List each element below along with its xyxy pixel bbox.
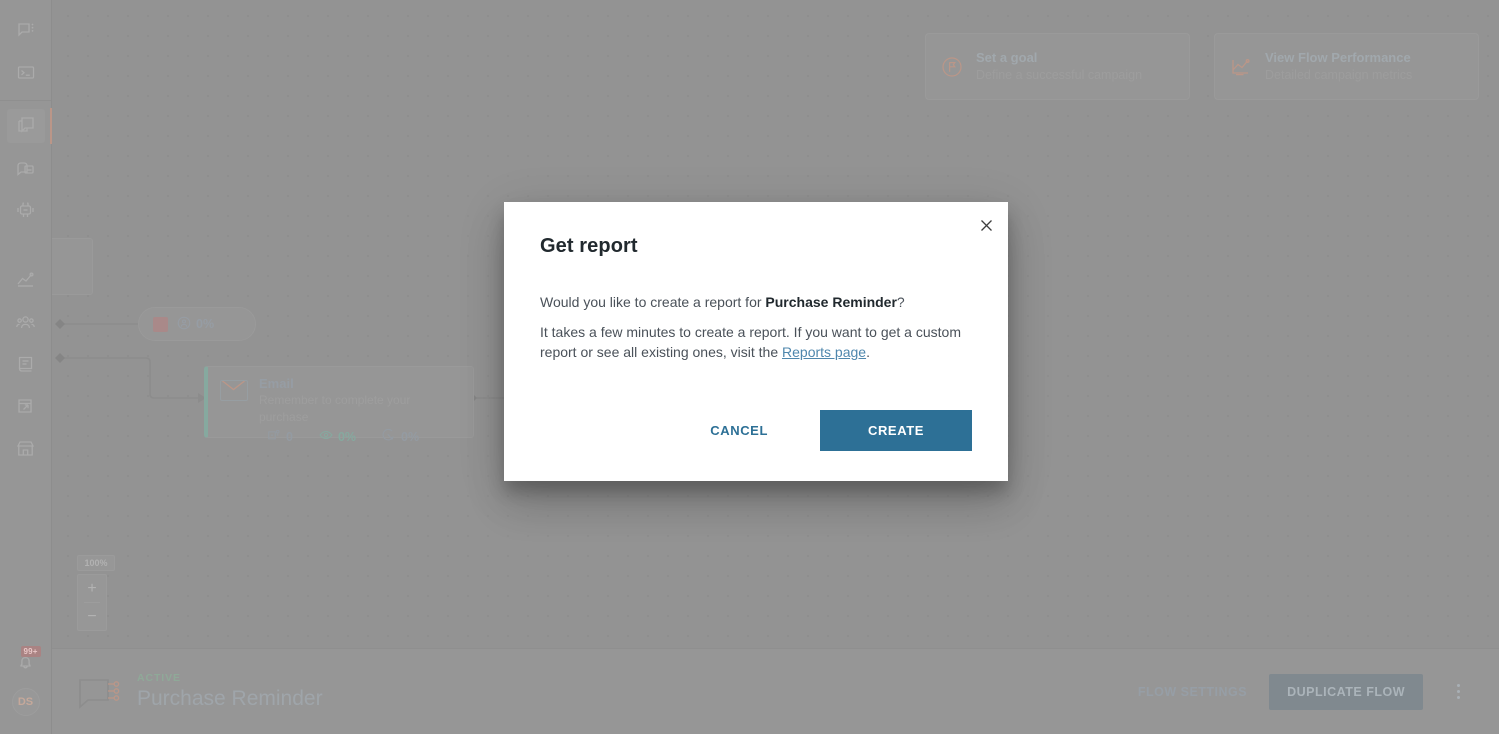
info-prefix: It takes a few minutes to create a repor… bbox=[540, 324, 961, 360]
reports-page-link[interactable]: Reports page bbox=[782, 344, 866, 360]
create-button[interactable]: CREATE bbox=[820, 410, 972, 451]
question-flow-name: Purchase Reminder bbox=[765, 294, 897, 310]
get-report-dialog: Get report Would you like to create a re… bbox=[504, 202, 1008, 481]
cancel-button[interactable]: CANCEL bbox=[688, 412, 790, 449]
close-icon[interactable] bbox=[973, 212, 999, 238]
question-suffix: ? bbox=[896, 294, 905, 310]
info-suffix: . bbox=[866, 344, 870, 360]
dialog-actions: CANCEL CREATE bbox=[688, 410, 972, 451]
dialog-question: Would you like to create a report for Pu… bbox=[540, 292, 972, 312]
dialog-title: Get report bbox=[540, 235, 638, 257]
dialog-info: It takes a few minutes to create a repor… bbox=[540, 322, 972, 362]
question-prefix: Would you like to create a report for bbox=[540, 294, 766, 310]
application-window: 99+ DS Set a goal Define a successful ca… bbox=[0, 0, 1499, 734]
dialog-body: Would you like to create a report for Pu… bbox=[504, 258, 1008, 362]
